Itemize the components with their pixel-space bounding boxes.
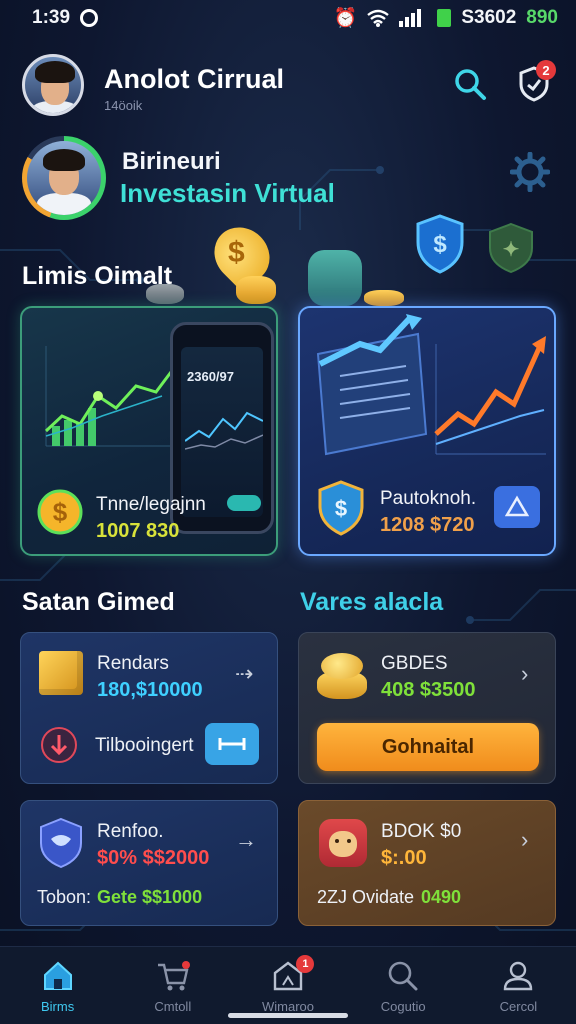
coin-stack-icon (236, 276, 276, 304)
chevron-right-icon[interactable]: ⇢ (235, 661, 253, 687)
section-title-top: Limis Oimalt (22, 262, 173, 290)
coin-stack-icon (364, 290, 404, 306)
app-header: Anolot Cirrual 14öoik 2 (0, 40, 576, 140)
section-title-right: Vares alacla (300, 588, 444, 616)
app-title: Anolot Cirrual (104, 64, 284, 94)
phone-balance: 2360/97 (187, 369, 234, 384)
profile-name: Birineuri (122, 148, 221, 175)
animal-badge-icon (319, 819, 367, 867)
status-bar: 1:39 ⏰ S3602 890 (0, 0, 576, 36)
home-icon (43, 961, 72, 990)
bonus-label: BDOK $0 (381, 821, 462, 842)
triangle-share-icon (505, 495, 529, 517)
shield-green-icon: ✦ (489, 222, 533, 274)
gear-icon[interactable] (510, 152, 550, 192)
alarm-icon: ⏰ (333, 8, 358, 29)
rising-chart-illustration (316, 314, 546, 456)
coin-stack-icon (308, 250, 362, 306)
nav-label-search: Cogutio (380, 999, 426, 1014)
dollar-pin-symbol: $ (228, 236, 245, 269)
status-time: 1:39 (32, 7, 71, 28)
battery-icon (437, 9, 452, 27)
nav-badge: 1 (296, 955, 315, 973)
bonus-card[interactable]: BDOK $0 $:.00 › 2ZJ Ovidate 0490 (298, 800, 556, 926)
shield-dollar-icon: $ (416, 214, 464, 274)
record-icon (80, 9, 99, 27)
tilbooingert-label: Tilbooingert (95, 735, 194, 756)
protection-value: 1208 $720 (380, 514, 475, 536)
profile-avatar[interactable] (22, 136, 106, 220)
withdraw-button[interactable]: Gohnaital (317, 723, 539, 771)
section-title-left: Satan Gimed (22, 588, 175, 616)
svg-text:$: $ (335, 496, 347, 521)
nav-item-search[interactable]: Cogutio (346, 947, 461, 1024)
transfer-icon (218, 738, 246, 750)
search-icon (388, 961, 418, 991)
nav-item-home[interactable]: Birms (0, 947, 115, 1024)
svg-text:$: $ (433, 231, 447, 258)
user-icon (504, 961, 533, 991)
search-icon (455, 69, 486, 100)
cart-icon (157, 961, 190, 991)
gold-box-icon (39, 651, 83, 695)
notifications-button[interactable]: 2 (512, 60, 556, 106)
growth-chart-illustration (44, 346, 177, 447)
svg-text:✦: ✦ (503, 239, 520, 261)
profile-role: Investasin Virtual (120, 178, 335, 208)
bonus-value: $:.00 (381, 847, 427, 869)
nav-item-cart[interactable]: Cmtoll (115, 947, 230, 1024)
chevron-right-icon[interactable]: → (235, 827, 257, 853)
coin-stack-icon (317, 651, 367, 699)
phone-chart-illustration (185, 411, 263, 450)
rewards-card[interactable]: Rendars 180,$10000 ⇢ Tilbooingert (20, 632, 278, 784)
avatar[interactable] (22, 54, 84, 116)
status-value: 890 (526, 7, 558, 28)
nav-label-store: Wimaroo (262, 999, 315, 1014)
security-card[interactable]: Renfoo. $0% $$2000 → Tobon: Gete $$1000 (20, 800, 278, 926)
shield-icon (40, 817, 82, 869)
security-footer-value: Gete $$1000 (97, 887, 203, 907)
chevron-right-icon[interactable]: › (521, 827, 528, 853)
home-indicator[interactable] (228, 1013, 348, 1018)
search-button[interactable] (448, 62, 492, 106)
wifi-icon (367, 9, 390, 27)
protection-card[interactable]: $ Pautoknoh. 1208 $720 (298, 306, 556, 556)
bonus-footer-label: 2ZJ Ovidate (317, 887, 415, 907)
nav-label-home: Birms (40, 999, 75, 1014)
portfolio-label: Tnne/legajnn (96, 494, 206, 515)
signal-icon (399, 9, 422, 27)
nav-item-profile[interactable]: Cercol (461, 947, 576, 1024)
shield-dollar-icon: $ (318, 480, 364, 536)
share-button[interactable] (494, 486, 540, 528)
svg-text:$: $ (53, 497, 68, 527)
down-arrow-circle-icon (41, 727, 77, 763)
protection-label: Pautoknoh. (380, 488, 477, 509)
chevron-right-icon[interactable]: › (521, 661, 528, 687)
portfolio-card[interactable]: 2360/97 $ Tnne/legajnn 1007 830 (20, 306, 278, 556)
coins-value: 408 $3500 (381, 679, 476, 701)
status-text: S3602 (461, 7, 517, 28)
bonus-footer-value: 0490 (421, 887, 462, 907)
nav-label-cart: Cmtoll (154, 999, 192, 1014)
app-subtitle: 14öoik (104, 98, 143, 113)
security-footer-label: Tobon: (37, 887, 92, 907)
transfer-button[interactable] (205, 723, 259, 765)
rewards-value: 180,$10000 (97, 679, 203, 701)
rewards-label: Rendars (97, 653, 169, 674)
coins-card[interactable]: GBDES 408 $3500 › Gohnaital (298, 632, 556, 784)
coins-label: GBDES (381, 653, 448, 674)
dollar-coin-icon: $ (37, 489, 83, 535)
profile-section: Birineuri Investasin Virtual (0, 136, 576, 226)
notification-badge: 2 (536, 60, 556, 80)
security-label: Renfoo. (97, 821, 164, 842)
nav-label-profile: Cercol (499, 999, 538, 1014)
security-value: $0% $$2000 (97, 847, 210, 869)
portfolio-value: 1007 830 (96, 520, 180, 542)
